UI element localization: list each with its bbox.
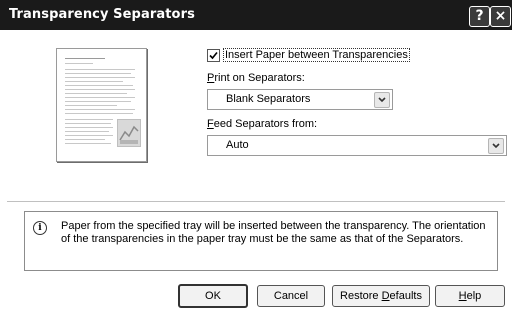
insert-paper-label[interactable]: Insert Paper between Transparencies — [223, 48, 410, 62]
print-on-separators-select[interactable]: Blank Separators — [207, 89, 393, 110]
divider — [7, 201, 505, 202]
title-bar: Transparency Separators ? × — [0, 0, 512, 30]
info-icon: i — [33, 221, 47, 235]
page-preview-thumbnail — [56, 48, 147, 162]
close-button[interactable]: × — [490, 6, 511, 27]
checkmark-icon — [209, 51, 218, 60]
feed-separators-label: Feed Separators from: — [207, 118, 318, 130]
cancel-button[interactable]: Cancel — [257, 285, 325, 307]
print-on-separators-value: Blank Separators — [226, 93, 311, 105]
help-title-button[interactable]: ? — [469, 6, 490, 27]
feed-separators-value: Auto — [226, 139, 249, 151]
dialog-title: Transparency Separators — [9, 7, 195, 22]
help-button[interactable]: Help — [435, 285, 505, 307]
chevron-down-icon[interactable] — [374, 92, 390, 108]
ok-button[interactable]: OK — [178, 284, 248, 308]
restore-defaults-button[interactable]: Restore Defaults — [332, 285, 430, 307]
print-on-separators-label: Print on Separators: — [207, 72, 305, 84]
info-message-text: Paper from the specified tray will be in… — [61, 220, 486, 245]
insert-paper-checkbox[interactable] — [207, 49, 220, 62]
feed-separators-select[interactable]: Auto — [207, 135, 507, 156]
preview-image-icon — [117, 119, 141, 147]
info-message-box: i Paper from the specified tray will be … — [24, 211, 498, 271]
dialog-window: Transparency Separators ? × Insert Paper… — [0, 0, 512, 311]
chevron-down-icon[interactable] — [488, 138, 504, 154]
